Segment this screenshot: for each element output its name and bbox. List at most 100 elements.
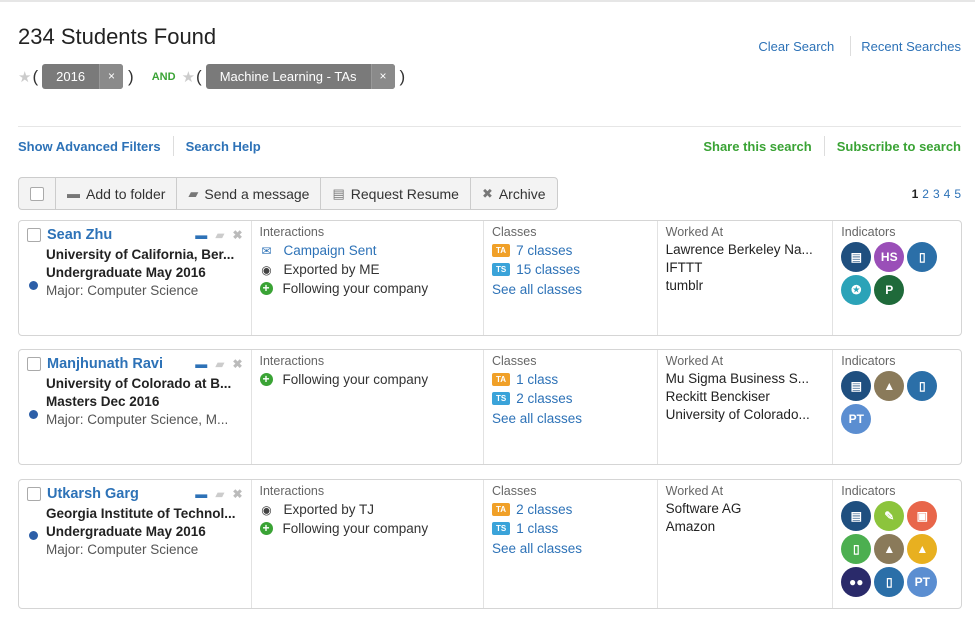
message-icon[interactable]: ▰ (215, 357, 224, 371)
class-row: TS 1 class (492, 521, 649, 536)
message-icon[interactable]: ▰ (215, 487, 224, 501)
eye-icon: ◉ (261, 502, 272, 517)
class-count-link[interactable]: 7 classes (516, 243, 572, 258)
column-header: Indicators (841, 354, 896, 368)
remove-filter-button[interactable]: × (370, 64, 395, 89)
document-icon: ▤ (841, 242, 872, 272)
class-count-link[interactable]: 15 classes (516, 262, 580, 277)
see-all-classes-link[interactable]: See all classes (492, 282, 649, 297)
student-name-row: Manjhunath Ravi ▬ ▰ ✖ (27, 356, 243, 372)
eye-icon: ◉ (261, 262, 272, 277)
archive-button[interactable]: ✖ Archive (471, 178, 557, 209)
column-header: Indicators (841, 225, 896, 239)
interaction-row: ◉ Exported by TJ (260, 502, 476, 517)
interaction-text: Following your company (282, 372, 429, 387)
class-count-link[interactable]: 2 classes (516, 502, 572, 517)
request-resume-label: Request Resume (350, 185, 459, 202)
student-name-link[interactable]: Manjhunath Ravi (47, 356, 195, 372)
close-icon[interactable]: ✖ (232, 228, 242, 242)
top-divider (0, 0, 975, 2)
major: Major: Computer Science, M... (46, 412, 229, 427)
share-search-link[interactable]: Share this search (703, 139, 811, 154)
advanced-filters-link[interactable]: Show Advanced Filters (18, 139, 161, 154)
document-icon: ▤ (841, 501, 872, 531)
class-count-link[interactable]: 1 class (516, 372, 558, 387)
student-checkbox[interactable] (27, 487, 41, 501)
request-resume-button[interactable]: ▤ Request Resume (321, 178, 471, 209)
send-message-button[interactable]: ▰ Send a message (177, 178, 322, 209)
status-dot-icon (29, 410, 38, 419)
employer-name: tumblr (665, 278, 704, 293)
remove-filter-button[interactable]: × (99, 64, 124, 89)
page-link[interactable]: 5 (954, 187, 961, 201)
indicator-badges: ▤ ✎ ▣ ▯ ▲ ▲ ●● ▯ PT (841, 501, 941, 597)
folder-icon[interactable]: ▬ (195, 357, 207, 371)
student-actions: ▬ ▰ ✖ (195, 357, 242, 371)
star-icon[interactable]: ★ (18, 68, 31, 86)
indicators-column: Indicators ▤ ▲ ▯ PT (833, 350, 961, 464)
close-icon[interactable]: ✖ (232, 357, 242, 371)
student-actions: ▬ ▰ ✖ (195, 487, 242, 501)
mountain-icon: ▲ (874, 371, 905, 401)
student-name-link[interactable]: Sean Zhu (47, 227, 195, 243)
graduation: Undergraduate May 2016 (46, 265, 206, 280)
select-all-checkbox[interactable] (30, 186, 44, 201)
employer-name: Software AG (665, 501, 742, 516)
student-name-link[interactable]: Utkarsh Garg (47, 486, 195, 502)
plus-icon: + (259, 522, 273, 535)
add-to-folder-button[interactable]: ▬ Add to folder (56, 178, 178, 209)
close-icon[interactable]: ✖ (232, 487, 242, 501)
folder-icon[interactable]: ▬ (195, 228, 207, 242)
column-header: Interactions (259, 484, 325, 498)
page-link[interactable]: 3 (933, 187, 940, 201)
subscribe-search-link[interactable]: Subscribe to search (837, 139, 961, 154)
ts-badge: TS (492, 263, 511, 276)
message-icon[interactable]: ▰ (215, 228, 224, 242)
column-header: Interactions (259, 354, 325, 368)
envelope-icon: ✉ (261, 243, 272, 258)
presentation-icon: ▣ (907, 501, 938, 531)
add-to-folder-label: Add to folder (86, 185, 166, 202)
folder-icon: ▬ (67, 186, 80, 201)
university: University of California, Ber... (46, 247, 235, 262)
university: Georgia Institute of Technol... (46, 506, 236, 521)
student-checkbox[interactable] (27, 228, 41, 242)
clear-search-link[interactable]: Clear Search (758, 39, 834, 54)
interaction-text[interactable]: Campaign Sent (284, 243, 377, 258)
interaction-text: Following your company (282, 281, 429, 296)
locker-icon: ▯ (907, 371, 938, 401)
page-current: 1 (911, 187, 919, 201)
select-all-checkbox-cell[interactable] (19, 178, 56, 209)
university: University of Colorado at B... (46, 376, 232, 391)
close-icon: ✖ (481, 185, 493, 201)
bulk-actions-toolbar: ▬ Add to folder ▰ Send a message ▤ Reque… (18, 177, 558, 210)
page-link[interactable]: 4 (944, 187, 951, 201)
plus-icon: + (259, 282, 273, 295)
message-icon: ▰ (188, 185, 199, 201)
ts-badge: TS (492, 522, 511, 535)
class-row: TA 1 class (492, 372, 649, 387)
see-all-classes-link[interactable]: See all classes (492, 541, 649, 556)
divider (172, 136, 174, 156)
major: Major: Computer Science (46, 283, 199, 298)
locker-icon: ▯ (874, 567, 905, 597)
employer-name: IFTTT (665, 260, 703, 275)
divider (18, 126, 961, 127)
search-help-link[interactable]: Search Help (186, 139, 261, 154)
class-count-link[interactable]: 1 class (516, 521, 558, 536)
worked-at-column: Worked At Mu Sigma Business S... Reckitt … (658, 350, 834, 464)
locker-icon: ▯ (907, 242, 938, 272)
student-info: Utkarsh Garg ▬ ▰ ✖ Georgia Institute of … (19, 480, 252, 608)
student-checkbox[interactable] (27, 357, 41, 371)
column-header: Worked At (665, 225, 724, 239)
filter-chip-label: Machine Learning - TAs (219, 69, 357, 84)
class-count-link[interactable]: 2 classes (516, 391, 572, 406)
recent-searches-link[interactable]: Recent Searches (861, 39, 961, 54)
see-all-classes-link[interactable]: See all classes (492, 411, 649, 426)
send-message-label: Send a message (204, 185, 310, 202)
folder-icon[interactable]: ▬ (195, 487, 207, 501)
column-header: Classes (492, 225, 537, 239)
star-icon[interactable]: ★ (182, 68, 195, 86)
interaction-row: ◉ Exported by ME (260, 262, 476, 277)
page-link[interactable]: 2 (922, 187, 929, 201)
